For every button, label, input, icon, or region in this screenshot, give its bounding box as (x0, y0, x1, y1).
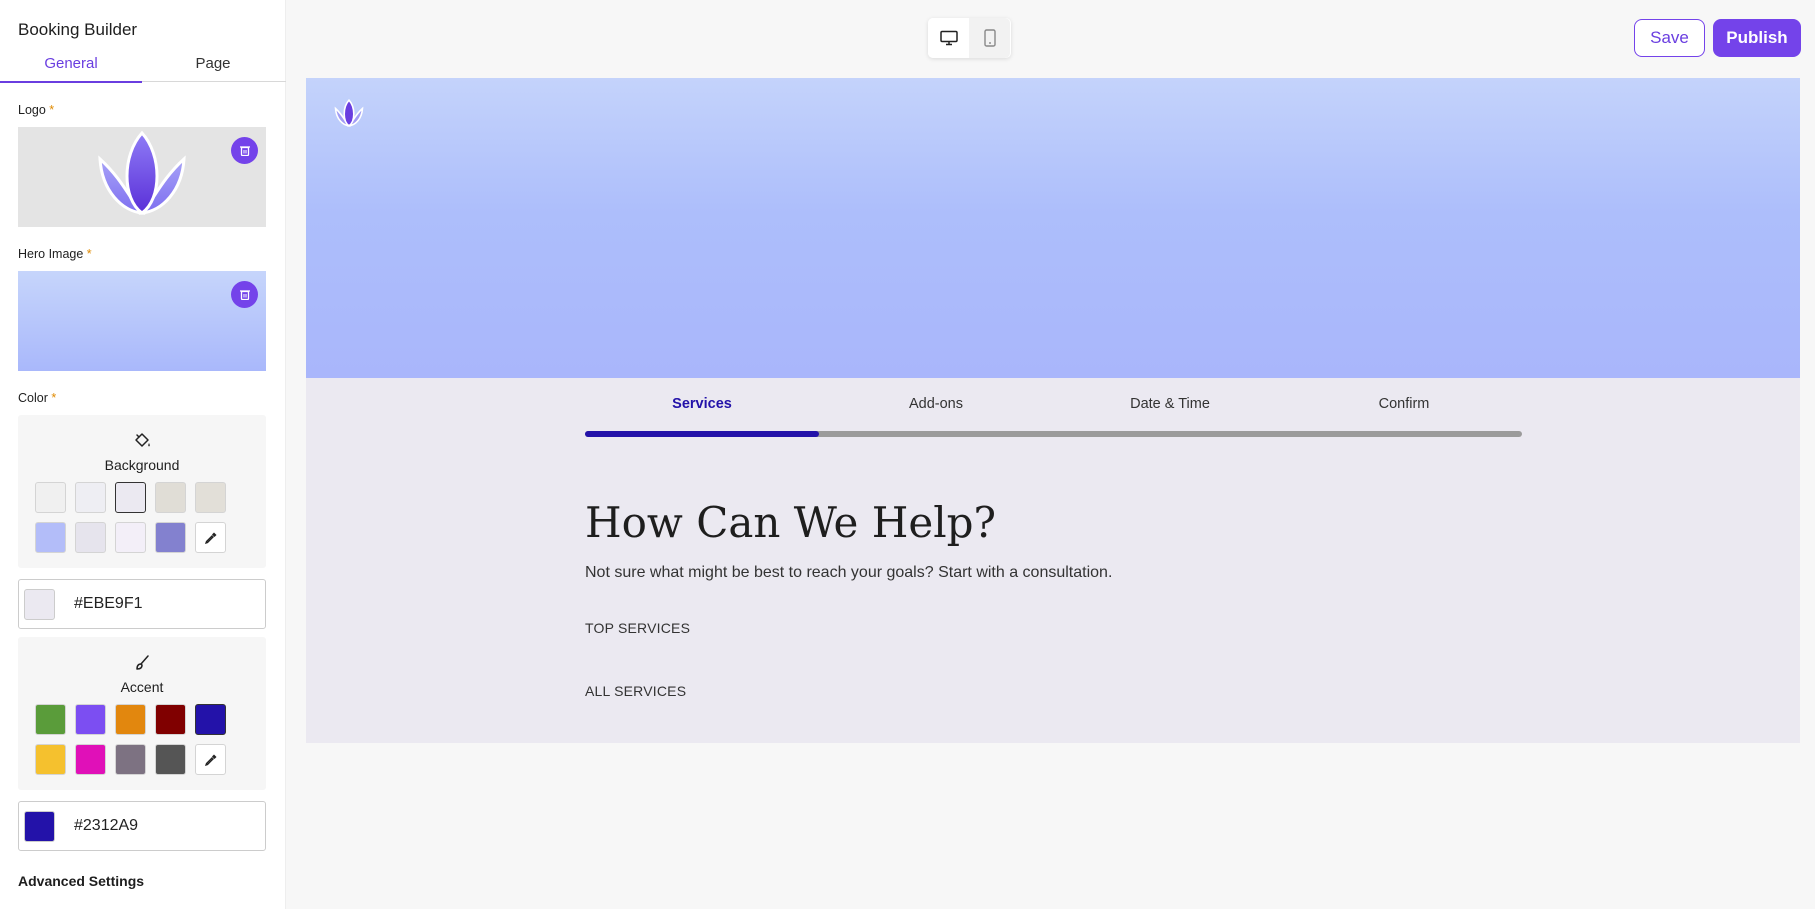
logo-label-text: Logo (18, 103, 46, 117)
accent-swatch[interactable] (195, 704, 226, 735)
accent-swatch[interactable] (75, 704, 106, 735)
accent-swatch[interactable] (35, 744, 66, 775)
background-swatch[interactable] (195, 482, 226, 513)
accent-hex-value: #2312A9 (74, 817, 139, 834)
booking-steps: Services Add-ons Date & Time Confirm (585, 396, 1522, 416)
eyedropper-icon (204, 532, 216, 544)
background-color-chip (24, 589, 55, 620)
background-label: Background (104, 457, 180, 473)
hero-image-upload[interactable] (18, 271, 266, 371)
mobile-icon (983, 29, 996, 47)
step-add-ons[interactable]: Add-ons (819, 396, 1053, 412)
page-title: How Can We Help? (585, 498, 997, 547)
sidebar-tabs: General Page (0, 52, 286, 83)
all-services-heading: ALL SERVICES (585, 683, 687, 699)
sidebar: Booking Builder General Page Logo * Hero… (0, 0, 286, 909)
tab-page[interactable]: Page (142, 52, 284, 81)
accent-swatch[interactable] (155, 744, 186, 775)
lotus-logo-icon (334, 99, 364, 127)
background-swatch[interactable] (155, 482, 186, 513)
accent-color-chip (24, 811, 55, 842)
delete-hero-image-button[interactable] (231, 281, 258, 308)
accent-label: Accent (120, 679, 164, 695)
step-services[interactable]: Services (585, 396, 819, 412)
app-title: Booking Builder (18, 20, 138, 39)
advanced-settings[interactable]: Advanced Settings (18, 873, 144, 889)
background-swatch[interactable] (75, 522, 106, 553)
background-hex-field[interactable]: #EBE9F1 (18, 579, 266, 629)
delete-logo-button[interactable] (231, 137, 258, 164)
accent-swatch[interactable] (115, 744, 146, 775)
required-mark: * (51, 391, 57, 405)
page-subtitle: Not sure what might be best to reach you… (585, 564, 1113, 581)
required-mark: * (86, 247, 92, 261)
background-swatch[interactable] (35, 522, 66, 553)
paint-brush-icon (136, 655, 149, 670)
required-mark: * (49, 103, 55, 117)
accent-hex-field[interactable]: #2312A9 (18, 801, 266, 851)
background-swatch[interactable] (115, 522, 146, 553)
publish-button[interactable]: Publish (1713, 19, 1801, 57)
top-services-heading: TOP SERVICES (585, 620, 691, 636)
step-progress-fill (585, 431, 820, 437)
color-label-text: Color (18, 391, 48, 405)
accent-swatch[interactable] (35, 704, 66, 735)
lotus-logo-image (98, 130, 186, 215)
page-preview: Services Add-ons Date & Time Confirm How… (306, 78, 1800, 743)
background-swatch[interactable] (115, 482, 146, 513)
step-progress-bar (585, 431, 1522, 437)
desktop-icon (939, 30, 958, 46)
accent-swatch[interactable] (155, 704, 186, 735)
trash-icon (239, 290, 250, 300)
hero-image-label-text: Hero Image (18, 247, 84, 261)
color-label: Color * (18, 391, 56, 405)
device-toggle (928, 18, 1011, 58)
accent-swatch[interactable] (115, 704, 146, 735)
eyedropper-icon (204, 754, 216, 766)
background-hex-value: #EBE9F1 (74, 595, 143, 612)
tab-general[interactable]: General (0, 52, 142, 83)
mobile-view-button[interactable] (969, 18, 1010, 58)
background-color-panel: Background (18, 415, 266, 568)
background-swatch[interactable] (35, 482, 66, 513)
logo-label: Logo * (18, 103, 54, 117)
trash-icon (239, 146, 250, 156)
background-swatch[interactable] (155, 522, 186, 553)
step-date-time[interactable]: Date & Time (1053, 396, 1287, 412)
save-button[interactable]: Save (1634, 19, 1705, 57)
step-confirm[interactable]: Confirm (1287, 396, 1521, 412)
accent-swatch[interactable] (75, 744, 106, 775)
accent-color-panel: Accent (18, 637, 266, 790)
logo-upload[interactable] (18, 127, 266, 227)
paint-bucket-icon (135, 433, 150, 447)
hero-image-label: Hero Image * (18, 247, 92, 261)
desktop-view-button[interactable] (928, 18, 969, 58)
hero-banner (306, 78, 1800, 378)
background-swatch[interactable] (75, 482, 106, 513)
background-custom-color-button[interactable] (195, 522, 226, 553)
accent-custom-color-button[interactable] (195, 744, 226, 775)
